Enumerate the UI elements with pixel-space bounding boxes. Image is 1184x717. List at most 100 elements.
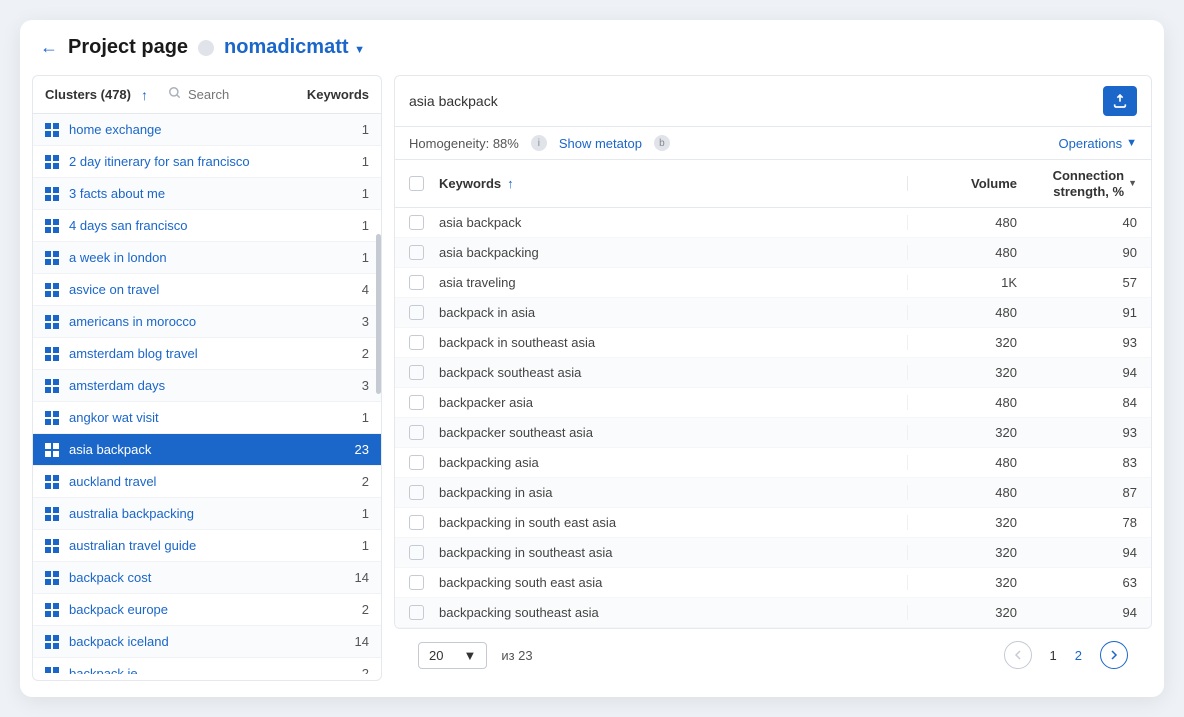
- row-checkbox[interactable]: [409, 605, 424, 620]
- row-volume: 480: [907, 245, 1017, 260]
- sidebar-item[interactable]: 4 days san francisco1: [33, 210, 381, 242]
- row-checkbox[interactable]: [409, 305, 424, 320]
- row-keyword: backpacking southeast asia: [439, 605, 907, 620]
- row-connection: 40: [1017, 215, 1137, 230]
- cluster-count: 1: [362, 154, 369, 169]
- row-volume: 480: [907, 215, 1017, 230]
- table-footer: 20 ▼ из 23 1 2: [394, 629, 1152, 681]
- keywords-table: Keywords ↑ Volume Connection strength, %…: [394, 159, 1152, 629]
- row-keyword: backpacking south east asia: [439, 575, 907, 590]
- sub-header: Homogeneity: 88% i Show metatop b Operat…: [394, 127, 1152, 159]
- row-keyword: asia traveling: [439, 275, 907, 290]
- scrollbar-thumb[interactable]: [376, 234, 381, 394]
- cluster-name: backpack cost: [69, 570, 355, 585]
- cluster-name: backpack europe: [69, 602, 362, 617]
- row-volume: 320: [907, 575, 1017, 590]
- sidebar-item[interactable]: amsterdam blog travel2: [33, 338, 381, 370]
- row-checkbox[interactable]: [409, 425, 424, 440]
- cluster-name: backpack ie: [69, 666, 362, 674]
- row-connection: 94: [1017, 365, 1137, 380]
- table-row: backpacking southeast asia32094: [395, 598, 1151, 628]
- row-keyword: backpack in southeast asia: [439, 335, 907, 350]
- page-2[interactable]: 2: [1075, 648, 1082, 663]
- cluster-count: 1: [362, 410, 369, 425]
- row-checkbox[interactable]: [409, 215, 424, 230]
- row-volume: 320: [907, 335, 1017, 350]
- cluster-name: auckland travel: [69, 474, 362, 489]
- clusters-label: Clusters (478): [45, 87, 131, 102]
- row-volume: 320: [907, 425, 1017, 440]
- row-checkbox[interactable]: [409, 245, 424, 260]
- sidebar-item[interactable]: australian travel guide1: [33, 530, 381, 562]
- sidebar-item[interactable]: americans in morocco3: [33, 306, 381, 338]
- pagination: 1 2: [1004, 641, 1128, 669]
- sidebar-item[interactable]: asvice on travel4: [33, 274, 381, 306]
- cluster-name: backpack iceland: [69, 634, 355, 649]
- cluster-count: 3: [362, 314, 369, 329]
- row-checkbox[interactable]: [409, 455, 424, 470]
- info-icon[interactable]: i: [531, 135, 547, 151]
- sidebar-item[interactable]: backpack cost14: [33, 562, 381, 594]
- sidebar-item[interactable]: 3 facts about me1: [33, 178, 381, 210]
- row-checkbox[interactable]: [409, 335, 424, 350]
- select-all-checkbox[interactable]: [409, 176, 424, 191]
- prev-page-button[interactable]: [1004, 641, 1032, 669]
- of-text: из 23: [501, 648, 532, 663]
- page-title: Project page: [68, 36, 188, 59]
- table-row: backpacking in asia48087: [395, 478, 1151, 508]
- sidebar-item[interactable]: angkor wat visit1: [33, 402, 381, 434]
- header: ← Project page nomadicmatt ▼: [20, 20, 1164, 75]
- row-keyword: asia backpacking: [439, 245, 907, 260]
- col-volume-header[interactable]: Volume: [907, 176, 1017, 191]
- sidebar-item[interactable]: backpack europe2: [33, 594, 381, 626]
- row-keyword: backpacking asia: [439, 455, 907, 470]
- search-input[interactable]: [188, 87, 268, 102]
- row-volume: 320: [907, 365, 1017, 380]
- sidebar-item[interactable]: auckland travel2: [33, 466, 381, 498]
- row-volume: 480: [907, 395, 1017, 410]
- next-page-button[interactable]: [1100, 641, 1128, 669]
- row-checkbox[interactable]: [409, 515, 424, 530]
- sidebar-item[interactable]: amsterdam days3: [33, 370, 381, 402]
- cluster-count: 2: [362, 602, 369, 617]
- cluster-count: 1: [362, 538, 369, 553]
- cluster-name: asvice on travel: [69, 282, 362, 297]
- row-checkbox[interactable]: [409, 485, 424, 500]
- page-1[interactable]: 1: [1050, 648, 1057, 663]
- export-button[interactable]: [1103, 86, 1137, 116]
- row-volume: 320: [907, 605, 1017, 620]
- col-connection-header[interactable]: Connection strength, % ▼: [1017, 168, 1137, 199]
- col-connection-label: Connection strength, %: [1027, 168, 1124, 199]
- cluster-count: 14: [355, 570, 369, 585]
- sidebar-item[interactable]: home exchange1: [33, 114, 381, 146]
- sidebar-item[interactable]: backpack ie2: [33, 658, 381, 674]
- project-dropdown[interactable]: nomadicmatt ▼: [224, 36, 365, 59]
- sidebar-item[interactable]: a week in london1: [33, 242, 381, 274]
- row-checkbox[interactable]: [409, 365, 424, 380]
- table-row: backpacker southeast asia32093: [395, 418, 1151, 448]
- sidebar-item[interactable]: 2 day itinerary for san francisco1: [33, 146, 381, 178]
- sidebar-item[interactable]: backpack iceland14: [33, 626, 381, 658]
- cluster-name: 3 facts about me: [69, 186, 362, 201]
- caret-down-icon: ▼: [463, 648, 476, 663]
- row-checkbox[interactable]: [409, 395, 424, 410]
- page-size-select[interactable]: 20 ▼: [418, 642, 487, 669]
- col-keywords-header[interactable]: Keywords ↑: [439, 176, 907, 191]
- caret-down-icon: ▼: [1128, 178, 1137, 189]
- operations-dropdown[interactable]: Operations ▼: [1059, 136, 1137, 151]
- cluster-list: home exchange12 day itinerary for san fr…: [33, 114, 381, 674]
- status-dot-icon: [198, 40, 214, 56]
- info-icon[interactable]: b: [654, 135, 670, 151]
- back-arrow-icon[interactable]: ←: [40, 37, 58, 58]
- sort-asc-icon[interactable]: ↑: [141, 87, 148, 103]
- show-metatop-link[interactable]: Show metatop: [559, 136, 642, 151]
- row-checkbox[interactable]: [409, 545, 424, 560]
- row-checkbox[interactable]: [409, 275, 424, 290]
- sidebar-item[interactable]: asia backpack23: [33, 434, 381, 466]
- cluster-name: australia backpacking: [69, 506, 362, 521]
- row-checkbox[interactable]: [409, 575, 424, 590]
- row-volume: 1K: [907, 275, 1017, 290]
- row-keyword: backpacking in asia: [439, 485, 907, 500]
- sidebar-item[interactable]: australia backpacking1: [33, 498, 381, 530]
- row-connection: 93: [1017, 335, 1137, 350]
